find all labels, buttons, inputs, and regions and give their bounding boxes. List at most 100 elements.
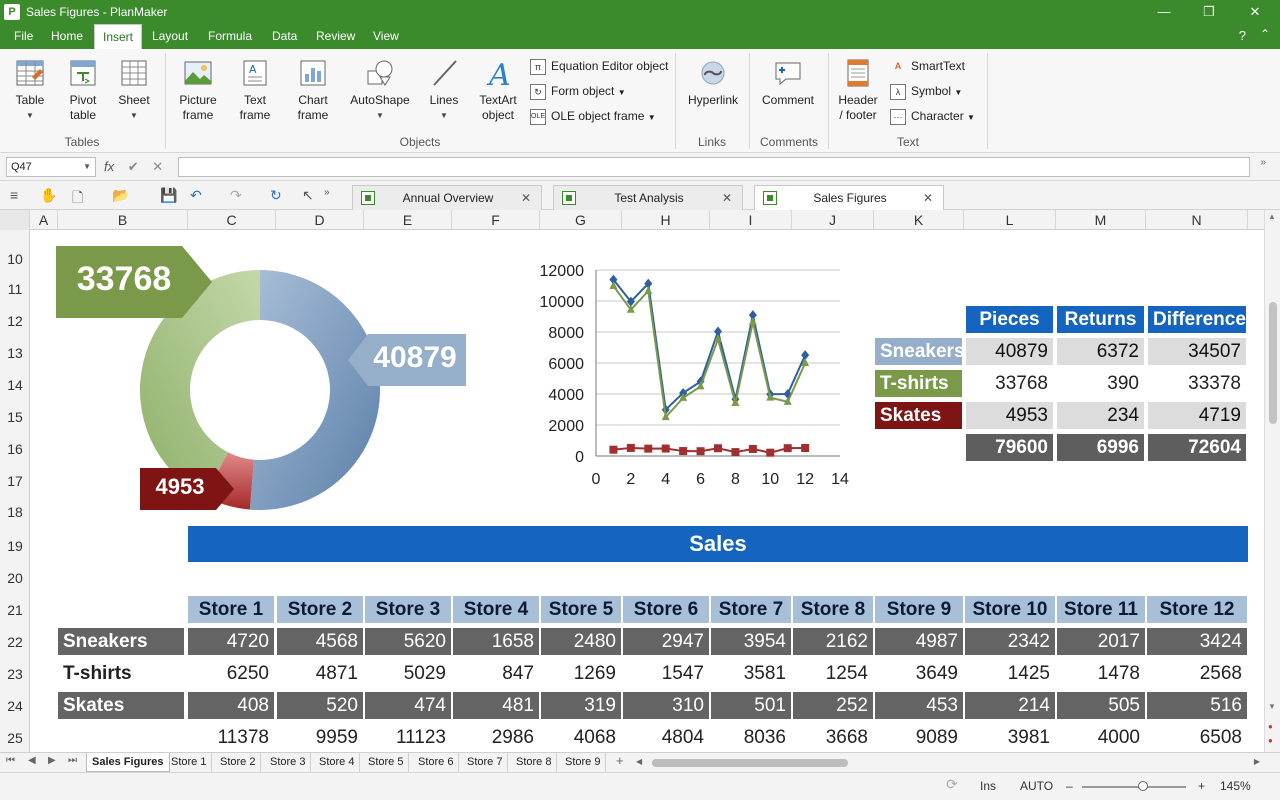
sales-row-label[interactable]: [58, 724, 184, 751]
tab-review[interactable]: Review: [308, 24, 363, 49]
chevron-down-icon[interactable]: ▼: [83, 158, 91, 176]
tab-home[interactable]: Home: [43, 24, 91, 49]
expand-icon[interactable]: »: [1260, 157, 1266, 168]
sheet-tab[interactable]: Store 4: [314, 753, 361, 772]
sales-total-cell[interactable]: 4068: [541, 724, 621, 751]
column-header-b[interactable]: B: [58, 210, 188, 230]
sales-cell[interactable]: 3424: [1147, 628, 1247, 655]
sales-cell[interactable]: 2162: [793, 628, 873, 655]
summary-cell[interactable]: 40879: [966, 338, 1053, 365]
data-point[interactable]: [748, 317, 757, 326]
sales-cell[interactable]: 6250: [188, 660, 274, 687]
sales-cell[interactable]: 1269: [541, 660, 621, 687]
summary-total[interactable]: 6996: [1057, 434, 1144, 461]
zoom-out-button[interactable]: –: [1066, 779, 1073, 793]
comment-button[interactable]: Comment: [758, 57, 818, 108]
close-icon[interactable]: ✕: [521, 186, 531, 210]
row-header[interactable]: 18: [0, 504, 30, 520]
sales-cell[interactable]: 4568: [277, 628, 363, 655]
summary-cell[interactable]: 4719: [1148, 402, 1246, 429]
sales-cell[interactable]: 214: [965, 692, 1055, 719]
sales-cell[interactable]: 3954: [711, 628, 791, 655]
sales-cell[interactable]: 2947: [623, 628, 709, 655]
column-header-a[interactable]: A: [30, 210, 58, 230]
add-sheet-button[interactable]: +: [616, 753, 624, 768]
cancel-icon[interactable]: ✕: [152, 159, 163, 174]
sales-cell[interactable]: 319: [541, 692, 621, 719]
column-header-n[interactable]: N: [1146, 210, 1248, 230]
sales-total-cell[interactable]: 4804: [623, 724, 709, 751]
tab-data[interactable]: Data: [264, 24, 305, 49]
sales-total-cell[interactable]: 9959: [277, 724, 363, 751]
app-icon[interactable]: P: [4, 4, 20, 20]
table-button[interactable]: Table ▼: [10, 57, 50, 123]
sales-cell[interactable]: 4871: [277, 660, 363, 687]
summary-cell[interactable]: 33768: [966, 370, 1053, 397]
summary-total[interactable]: 72604: [1148, 434, 1246, 461]
tab-formula[interactable]: Formula: [200, 24, 260, 49]
page-down-icon[interactable]: ●: [1268, 736, 1273, 745]
store-header[interactable]: Store 9: [875, 596, 963, 623]
minimize-button[interactable]: —: [1154, 2, 1174, 22]
sheet-tab[interactable]: Sales Figures: [86, 753, 170, 772]
sales-total-cell[interactable]: 2986: [453, 724, 539, 751]
data-point[interactable]: [783, 444, 792, 453]
summary-label-tshirts[interactable]: T-shirts: [875, 370, 962, 397]
column-header-e[interactable]: E: [364, 210, 452, 230]
summary-cell[interactable]: 390: [1057, 370, 1144, 397]
sales-cell[interactable]: 3649: [875, 660, 963, 687]
sales-row-label[interactable]: Sneakers: [58, 628, 184, 655]
column-header-l[interactable]: L: [964, 210, 1056, 230]
sales-cell[interactable]: 505: [1057, 692, 1145, 719]
sales-cell[interactable]: 1547: [623, 660, 709, 687]
text-frame-button[interactable]: A Text frame: [232, 57, 278, 123]
store-header[interactable]: Store 10: [965, 596, 1055, 623]
sales-total-cell[interactable]: 6508: [1147, 724, 1247, 751]
series-line-2[interactable]: [612, 285, 807, 420]
data-point[interactable]: [731, 448, 740, 457]
chart-frame-button[interactable]: Chart frame: [288, 57, 338, 123]
help-button[interactable]: ?: [1239, 28, 1246, 43]
first-sheet-icon[interactable]: ⏮: [6, 755, 15, 766]
equation-editor-button[interactable]: π Equation Editor object: [530, 57, 668, 75]
column-header-f[interactable]: F: [452, 210, 540, 230]
formula-input[interactable]: [178, 157, 1250, 177]
sales-cell[interactable]: 1478: [1057, 660, 1145, 687]
pointer-icon[interactable]: ↖: [302, 187, 314, 204]
sales-cell[interactable]: 2568: [1147, 660, 1247, 687]
zoom-in-button[interactable]: +: [1198, 779, 1205, 793]
column-header-j[interactable]: J: [792, 210, 874, 230]
column-header-k[interactable]: K: [874, 210, 964, 230]
sales-total-cell[interactable]: 3668: [793, 724, 873, 751]
vertical-scrollbar[interactable]: ▲ ▼ ● ●: [1264, 210, 1280, 752]
sales-total-cell[interactable]: 8036: [711, 724, 791, 751]
symbol-button[interactable]: λ Symbol ▼: [890, 82, 962, 100]
auto-calc[interactable]: AUTO: [1020, 779, 1053, 793]
donut-slice-sneakers[interactable]: [249, 270, 380, 510]
more-tools-icon[interactable]: »: [324, 187, 330, 198]
data-point[interactable]: [748, 444, 757, 453]
sales-cell[interactable]: 1425: [965, 660, 1055, 687]
sales-cell[interactable]: 453: [875, 692, 963, 719]
row-header[interactable]: 17: [0, 473, 30, 489]
data-point[interactable]: [661, 444, 670, 453]
summary-label-skates[interactable]: Skates: [875, 402, 962, 429]
row-header[interactable]: 20: [0, 570, 30, 586]
data-point[interactable]: [714, 444, 722, 453]
series-line-1[interactable]: [612, 279, 807, 412]
redo-icon[interactable]: ↷: [230, 187, 242, 204]
sales-cell[interactable]: 2342: [965, 628, 1055, 655]
store-header[interactable]: Store 6: [623, 596, 709, 623]
row-header[interactable]: 22: [0, 634, 30, 650]
collapse-ribbon-button[interactable]: ⌃: [1260, 27, 1270, 41]
close-icon[interactable]: ✕: [722, 186, 732, 210]
scroll-left-icon[interactable]: ◀: [636, 757, 642, 766]
summary-cell[interactable]: 34507: [1148, 338, 1246, 365]
prev-sheet-icon[interactable]: ◀: [28, 755, 36, 766]
hyperlink-button[interactable]: Hyperlink: [684, 57, 742, 108]
picture-frame-button[interactable]: Picture frame: [172, 57, 224, 123]
sales-title-banner[interactable]: Sales: [188, 526, 1248, 562]
store-header[interactable]: Store 5: [541, 596, 621, 623]
sheet-tab[interactable]: Store 5: [363, 753, 410, 772]
last-sheet-icon[interactable]: ⏭: [68, 755, 77, 766]
